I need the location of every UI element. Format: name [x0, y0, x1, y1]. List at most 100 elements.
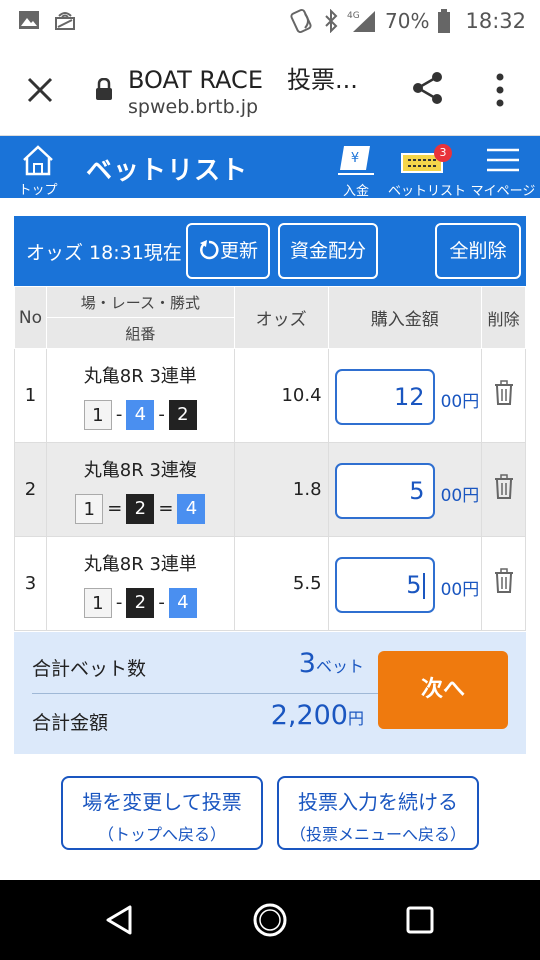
battery-percent: 70%: [385, 9, 430, 33]
row-no: 2: [14, 442, 47, 537]
signal-icon: 4G: [347, 11, 376, 32]
combination: 1 - 2 - 4: [83, 587, 197, 618]
change-venue-button[interactable]: 場を変更して投票 （トップへ戻る）: [61, 776, 263, 850]
change-venue-sublabel: （トップへ戻る）: [97, 825, 226, 844]
system-nav-bar: [0, 880, 540, 960]
boat-number: 4: [177, 493, 206, 524]
amount-input[interactable]: 5: [334, 557, 435, 613]
share-icon[interactable]: [410, 70, 446, 106]
combo-separator: -: [115, 404, 123, 425]
url-domain[interactable]: spweb.brtb.jp: [128, 96, 258, 118]
header-no: No: [14, 286, 47, 349]
boat-number: 4: [168, 587, 197, 618]
gallery-icon: [19, 11, 39, 29]
bet-count: 3: [298, 648, 316, 679]
table-row: 1 丸亀8R 3連単 1 - 4 - 2 10.4 12 00円: [14, 348, 526, 443]
deposit-icon: ¥: [338, 146, 374, 175]
combo-separator: =: [107, 498, 123, 519]
amount-value: 5: [406, 571, 422, 599]
home-button[interactable]: トップ: [12, 142, 64, 198]
amount-input[interactable]: 5: [334, 463, 435, 519]
header-odds: オッズ: [233, 286, 329, 349]
menu-icon: [487, 148, 519, 172]
table-row: 2 丸亀8R 3連複 1 = 2 = 4 1.8 5 00円: [14, 442, 526, 537]
amount-input[interactable]: 12: [334, 369, 435, 425]
bluetooth-icon: [325, 9, 338, 33]
svg-text:4G: 4G: [347, 11, 360, 21]
more-icon[interactable]: [494, 72, 506, 108]
next-button[interactable]: 次へ: [378, 651, 508, 729]
betlist-badge: 3: [434, 144, 452, 162]
combo-separator: -: [158, 592, 165, 613]
odds-value: 10.4: [233, 348, 329, 443]
lock-icon: [96, 78, 112, 100]
home-circle-icon[interactable]: [252, 902, 288, 938]
clock: 18:32: [465, 9, 526, 33]
odds-timestamp: オッズ 18:31現在: [26, 242, 182, 264]
total-amount-label: 合計金額: [32, 712, 109, 734]
boat-number: 2: [168, 399, 197, 430]
site-header: トップ ベットリスト ¥ 入金 3 ベットリスト マイページ: [0, 136, 540, 199]
combo-separator: -: [158, 404, 165, 425]
header-amount: 購入金額: [327, 286, 483, 349]
amount-unit: 00円: [440, 392, 480, 412]
back-icon[interactable]: [104, 904, 136, 936]
deposit-label: 入金: [342, 184, 369, 199]
delete-all-button[interactable]: 全削除: [435, 223, 521, 279]
fund-allocation-button[interactable]: 資金配分: [278, 223, 378, 279]
betlist-icon: [401, 153, 443, 173]
bet-count-value: 3ベット: [299, 648, 364, 679]
trash-icon[interactable]: [493, 474, 515, 500]
text-caret: [422, 573, 425, 599]
boat-number: 1: [83, 399, 112, 430]
race-name: 丸亀8R 3連複: [83, 459, 197, 481]
page-title: BOAT RACE 投票...: [128, 66, 358, 94]
continue-input-button[interactable]: 投票入力を続ける （投票メニューへ戻る）: [277, 776, 479, 850]
header-title: ベットリスト: [86, 156, 249, 186]
battery-icon: [438, 9, 451, 33]
close-icon[interactable]: [22, 72, 58, 108]
race-name: 丸亀8R 3連単: [83, 365, 197, 387]
home-label: トップ: [18, 183, 58, 198]
home-icon: [23, 145, 53, 176]
refresh-button[interactable]: 更新: [186, 223, 270, 279]
status-bar: 4G 70% 18:32: [0, 0, 540, 42]
recent-apps-icon[interactable]: [404, 904, 436, 936]
svg-text:¥: ¥: [351, 151, 359, 166]
boat-number: 2: [126, 587, 155, 618]
broadcast-icon: [55, 12, 75, 30]
boat-number: 1: [75, 493, 104, 524]
mypage-button[interactable]: マイページ: [470, 142, 536, 199]
change-venue-label: 場を変更して投票: [82, 790, 242, 814]
combination: 1 = 2 = 4: [75, 493, 206, 524]
amount-unit: 00円: [440, 486, 480, 506]
refresh-icon: [199, 240, 219, 260]
row-no: 3: [14, 536, 47, 631]
trash-icon[interactable]: [493, 568, 515, 594]
bet-count-unit: ベット: [315, 657, 364, 676]
summary-divider: [32, 693, 378, 694]
deposit-button[interactable]: ¥ 入金: [334, 142, 378, 199]
betlist-button[interactable]: 3 ベットリスト: [388, 142, 466, 199]
trash-icon[interactable]: [493, 380, 515, 406]
total-amount-value: 2,200円: [271, 700, 364, 731]
amount-unit: 00円: [440, 580, 480, 600]
header-delete: 削除: [481, 286, 526, 349]
combo-separator: -: [115, 592, 123, 613]
total-amount: 2,200: [270, 700, 348, 731]
continue-input-label: 投票入力を続ける: [298, 790, 458, 814]
mypage-label: マイページ: [470, 184, 536, 199]
bet-summary: 合計ベット数 3ベット 合計金額 2,200円 次へ: [14, 632, 526, 754]
continue-input-sublabel: （投票メニューへ戻る）: [289, 825, 466, 844]
race-name: 丸亀8R 3連単: [83, 553, 197, 575]
refresh-label: 更新: [219, 240, 258, 262]
bet-table: No 場・レース・勝式 オッズ 購入金額 削除 組番 1 丸亀8R 3連単 1 …: [14, 286, 526, 631]
combo-separator: =: [158, 498, 174, 519]
bet-count-label: 合計ベット数: [32, 658, 147, 680]
odds-value: 5.5: [233, 536, 329, 631]
boat-number: 2: [126, 493, 155, 524]
browser-toolbar: BOAT RACE 投票... spweb.brtb.jp: [0, 42, 540, 136]
betlist-label: ベットリスト: [388, 184, 467, 199]
total-amount-unit: 円: [347, 709, 364, 728]
odds-toolbar: オッズ 18:31現在 更新 資金配分 全削除: [14, 216, 526, 286]
